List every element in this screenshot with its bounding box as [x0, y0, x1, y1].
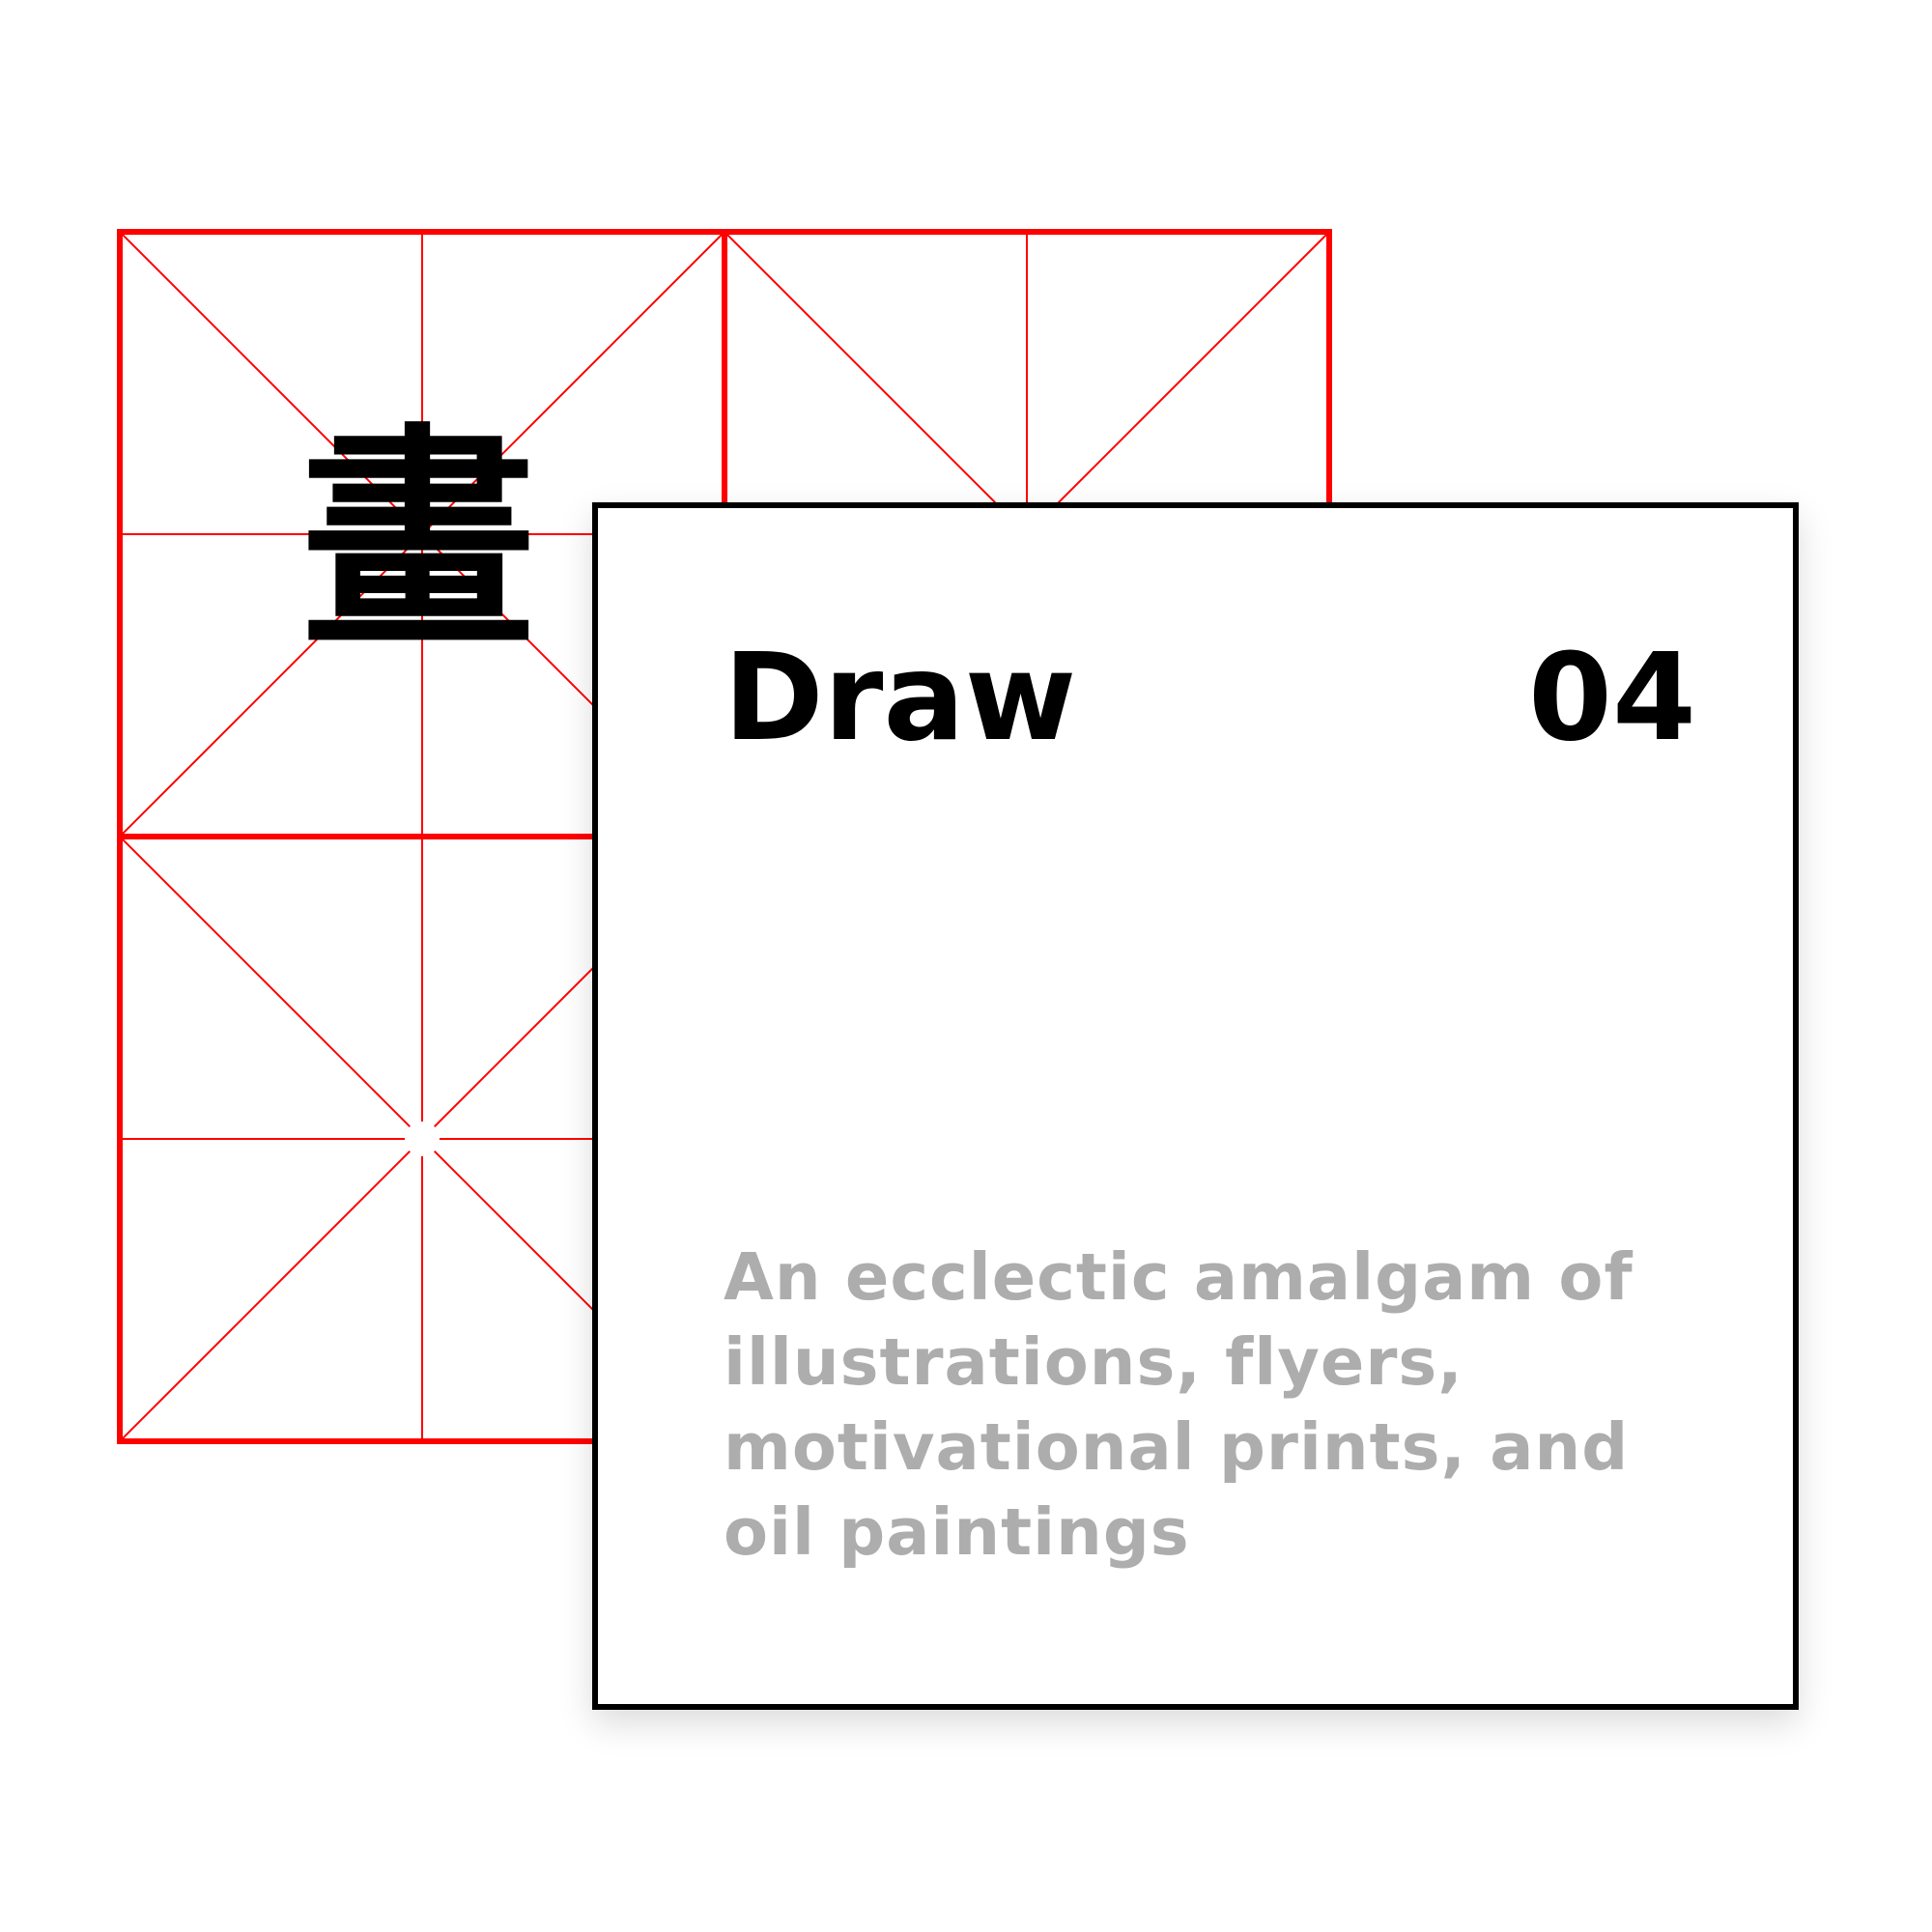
- category-card[interactable]: Draw 04 An ecclectic amalgam of illustra…: [592, 502, 1799, 1710]
- card-description: An ecclectic amalgam of illustrations, f…: [724, 1239, 1634, 1570]
- grid-center-highlight: [405, 1122, 440, 1156]
- card-title: Draw: [724, 628, 1077, 768]
- card-number: 04: [1528, 628, 1696, 768]
- calligraphy-glyph: 畫: [299, 402, 537, 680]
